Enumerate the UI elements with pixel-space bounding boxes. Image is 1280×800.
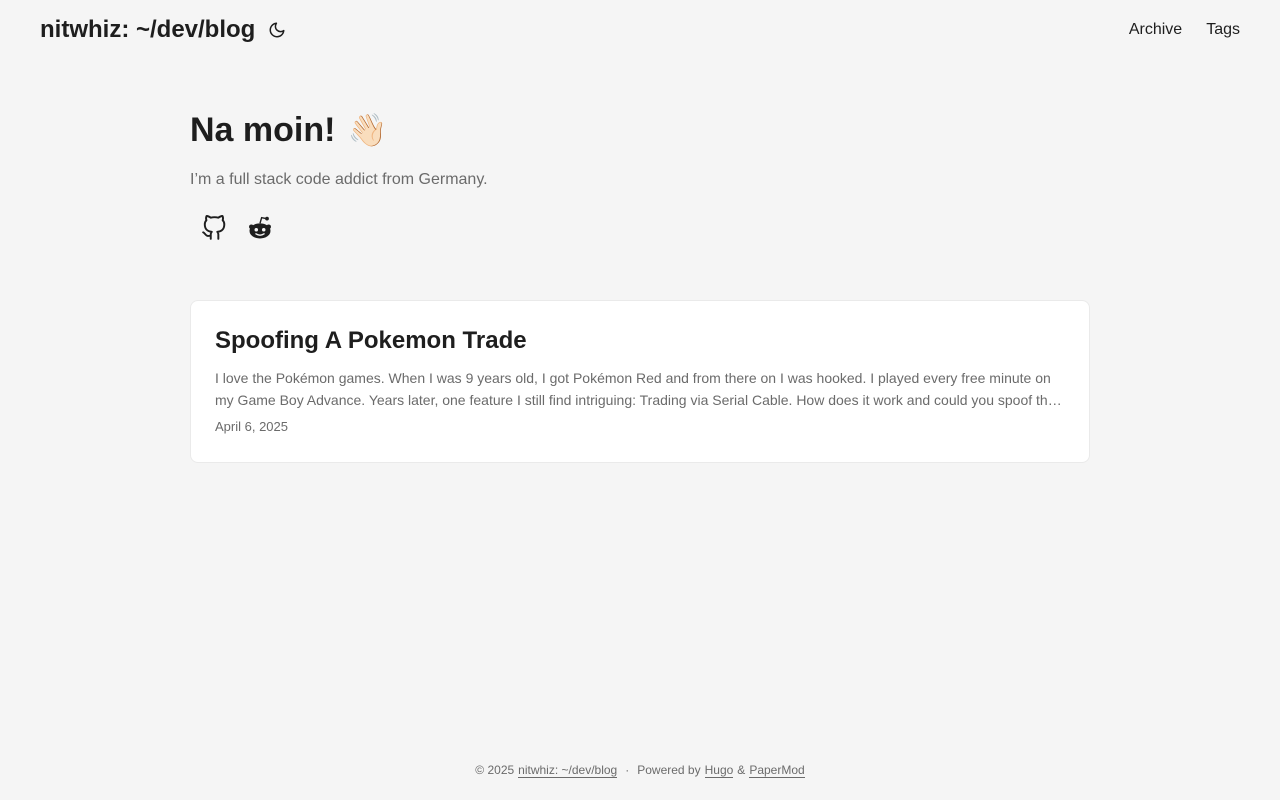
github-icon[interactable] (200, 214, 228, 242)
home-info: Na moin! 👋🏻 I’m a full stack code addict… (190, 108, 1090, 242)
main-nav: Archive Tags (1129, 21, 1240, 39)
home-subtitle: I’m a full stack code addict from German… (190, 171, 488, 188)
post-title[interactable]: Spoofing A Pokemon Trade (215, 325, 1065, 357)
nav-tags-link[interactable]: Tags (1206, 21, 1240, 39)
site-header: nitwhiz: ~/dev/blog Archive Tags (0, 0, 1280, 60)
footer-copyright: © 2025 (475, 763, 515, 777)
nav-archive-link[interactable]: Archive (1129, 21, 1182, 39)
post-card[interactable]: Spoofing A Pokemon Trade I love the Poké… (190, 300, 1090, 463)
post-excerpt: I love the Pokémon games. When I was 9 y… (215, 370, 1056, 408)
logo-switches: nitwhiz: ~/dev/blog (40, 16, 287, 44)
footer-amp: & (737, 763, 746, 777)
footer-powered-by: Powered by (637, 763, 701, 777)
home-title-text: Na moin! (190, 111, 336, 149)
reddit-icon[interactable] (246, 214, 274, 242)
footer-site-link[interactable]: nitwhiz: ~/dev/blog (518, 763, 618, 778)
post-date: April 6, 2025 (215, 419, 288, 434)
theme-toggle-moon-icon[interactable] (267, 20, 287, 40)
home-title: Na moin! 👋🏻 (190, 108, 1090, 152)
site-logo-link[interactable]: nitwhiz: ~/dev/blog (40, 16, 255, 44)
social-icons (200, 214, 1090, 242)
footer-separator: · (625, 763, 630, 777)
footer-papermod-link[interactable]: PaperMod (749, 763, 805, 778)
site-footer: © 2025 nitwhiz: ~/dev/blog · Powered by … (0, 760, 1280, 780)
footer-hugo-link[interactable]: Hugo (704, 763, 734, 778)
waving-hand-emoji: 👋🏻 (347, 112, 388, 148)
